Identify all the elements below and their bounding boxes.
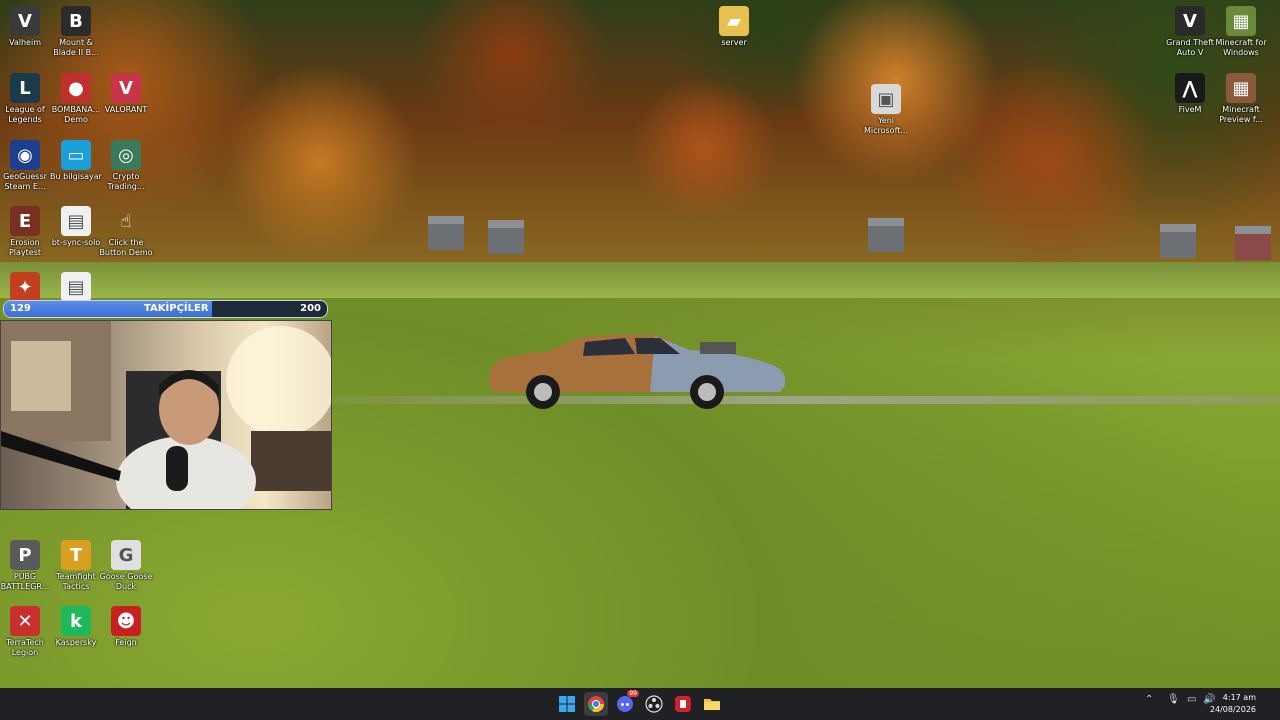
follower-goal: 200 xyxy=(300,303,321,314)
desktop-icon-label: Minecraft Preview f... xyxy=(1219,105,1263,124)
minecraft-preview-f-icon: ▦ xyxy=(1226,73,1256,103)
desktop-icon-server[interactable]: ▰ server xyxy=(704,6,764,48)
crypto-trading-icon: ◎ xyxy=(111,140,141,170)
desktop-icon-valorant[interactable]: V VALORANT xyxy=(96,73,156,115)
wallpaper-house xyxy=(428,216,464,250)
clock-time: 4:17 am xyxy=(1222,693,1256,702)
desktop-icon-label: VALORANT xyxy=(104,105,148,114)
fivem-icon: ⋀ xyxy=(1175,73,1205,103)
red-app-taskbar-button[interactable] xyxy=(671,692,695,716)
click-the-button-demo-icon: ☝ xyxy=(120,210,132,232)
teamfight-tactics-icon: T xyxy=(61,540,91,570)
wallpaper-forest xyxy=(0,0,1280,270)
bombana-demo-icon: ● xyxy=(61,73,91,103)
wallpaper-field xyxy=(0,262,1280,298)
microphone-icon[interactable]: 🎙 xyxy=(1167,694,1180,705)
folder-icon xyxy=(704,699,720,710)
yeni-microsoft-icon: ▣ xyxy=(871,84,901,114)
valheim-icon: V xyxy=(10,6,40,36)
desktop-icon-label: Click the Button Demo xyxy=(99,238,153,257)
goose-goose-duck-icon: G xyxy=(111,540,141,570)
follower-current: 129 xyxy=(10,303,31,314)
desktop-icon-label: Minecraft for Windows xyxy=(1215,38,1267,57)
server-icon: ▰ xyxy=(719,6,749,36)
desktop-icon-feign[interactable]: ☻ Feign xyxy=(96,606,156,648)
desktop-icon-label: Goose Goose Duck xyxy=(99,572,153,591)
blank-icon: ✦ xyxy=(10,272,40,302)
desktop-icon-label: server xyxy=(721,38,747,47)
network-icon[interactable]: ▭ xyxy=(1187,694,1196,705)
wallpaper-house xyxy=(1160,224,1196,258)
desktop-icon-yeni-microsoft[interactable]: ▣ Yeni Microsoft... xyxy=(856,84,916,136)
desktop-icon-label: Yeni Microsoft... xyxy=(863,116,909,135)
discord-taskbar-button[interactable]: 99 xyxy=(613,690,639,716)
league-of-legends-icon: L xyxy=(10,73,40,103)
wallpaper-house xyxy=(868,218,904,252)
taskbar: 99 ⌃ 🎙 ▭ 🔊 4:17 am 24/08/2026 xyxy=(0,688,1280,720)
windows-logo-icon xyxy=(559,696,575,712)
terratech-legion-icon: ✕ xyxy=(10,606,40,636)
bu-bilgisayar-icon: ▭ xyxy=(61,140,91,170)
minecraft-for-windows-icon: ▦ xyxy=(1226,6,1256,36)
grand-theft-auto-v-icon: V xyxy=(1175,6,1205,36)
chrome-taskbar-button[interactable] xyxy=(584,692,608,716)
desktop-icon-label: Crypto Trading... xyxy=(107,172,145,191)
clock-date: 24/08/2026 xyxy=(1209,705,1256,714)
follower-goal-bar: 129 TAKİPÇİLER 200 xyxy=(3,300,328,318)
desktop-icon-mount-blade-ii-b[interactable]: B Mount & Blade II B... xyxy=(46,6,106,58)
red-app-icon xyxy=(675,696,691,712)
file-explorer-taskbar-button[interactable] xyxy=(700,692,724,716)
discord-notification-badge: 99 xyxy=(627,690,639,697)
windows-start-button[interactable] xyxy=(555,692,579,716)
erosion-playtest-icon: E xyxy=(10,206,40,236)
tray-overflow-chevron-icon[interactable]: ⌃ xyxy=(1145,694,1153,705)
obs-icon xyxy=(645,695,663,713)
follower-label: TAKİPÇİLER xyxy=(144,303,209,314)
pubg-battlegr-icon: P xyxy=(10,540,40,570)
muscle-car-image xyxy=(489,334,786,409)
geoguessr-steam-e-icon: ◉ xyxy=(10,140,40,170)
valorant-icon: V xyxy=(111,73,141,103)
discord-icon xyxy=(617,696,633,712)
chrome-icon xyxy=(587,696,605,713)
desktop-icon-crypto-trading[interactable]: ◎ Crypto Trading... xyxy=(96,140,156,192)
webcam-overlay xyxy=(0,320,332,510)
blank-icon: ▤ xyxy=(61,272,91,302)
desktop-icon-click-the-button-demo[interactable]: ☝ Click the Button Demo xyxy=(96,206,156,258)
wallpaper-house xyxy=(488,220,524,254)
system-clock[interactable]: 4:17 am 24/08/2026 xyxy=(1210,692,1256,716)
kaspersky-icon: k xyxy=(61,606,91,636)
desktop-icon-label: Feign xyxy=(115,638,137,647)
bt-sync-solo-icon: ▤ xyxy=(61,206,91,236)
mount-blade-ii-b-icon: B xyxy=(61,6,91,36)
desktop-icon-minecraft-for-windows[interactable]: ▦ Minecraft for Windows xyxy=(1211,6,1271,58)
desktop-icon-minecraft-preview-f[interactable]: ▦ Minecraft Preview f... xyxy=(1211,73,1271,125)
feign-icon: ☻ xyxy=(111,606,141,636)
wallpaper-road xyxy=(330,396,1280,404)
obs-taskbar-button[interactable] xyxy=(642,692,666,716)
webcam-person-image xyxy=(1,321,331,509)
desktop-icon-label: Mount & Blade II B... xyxy=(53,38,99,57)
wallpaper-house xyxy=(1235,226,1271,260)
desktop-icon-goose-goose-duck[interactable]: G Goose Goose Duck xyxy=(96,540,156,592)
